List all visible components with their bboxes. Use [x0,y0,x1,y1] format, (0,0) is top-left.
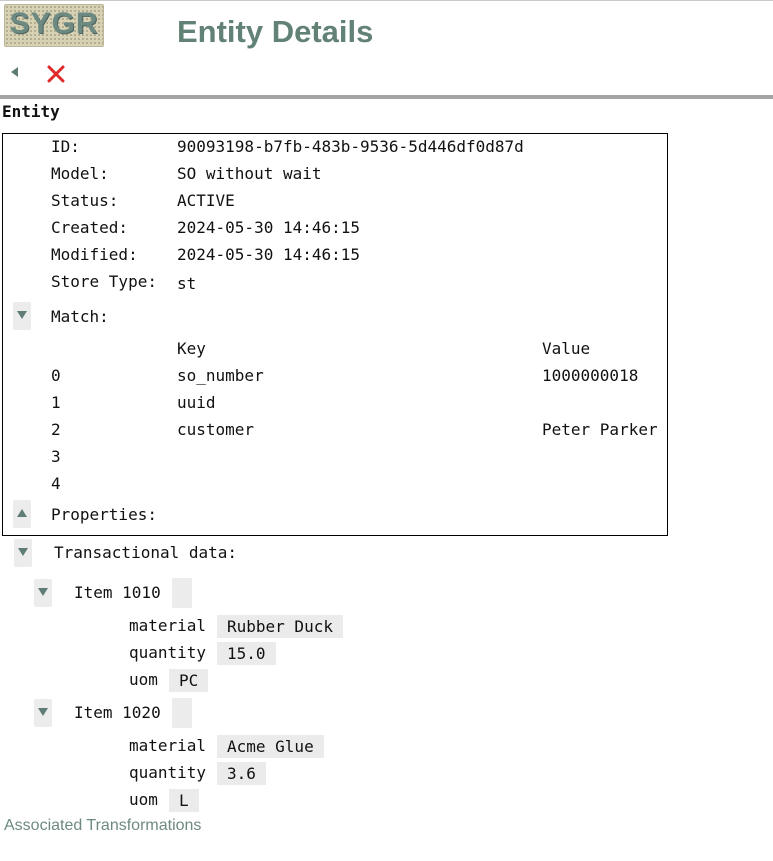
item-field-label: uom [129,790,158,809]
field-label-status: Status: [51,191,119,210]
item-title: Item 1020 [74,703,161,722]
field-label-modified: Modified: [51,245,138,264]
entity-panel: ID: 90093198-b7fb-483b-9536-5d446df0d87d… [2,133,668,536]
item-field-value: L [169,789,199,812]
field-value-store-type: st [177,274,197,293]
field-value-model: SO without wait [177,164,322,183]
item-field-label: material [129,616,207,635]
match-row-index: 3 [51,447,61,466]
match-row-index: 4 [51,474,61,493]
item-title: Item 1010 [74,583,161,602]
match-header-key: Key [177,339,206,358]
field-value-id: 90093198-b7fb-483b-9536-5d446df0d87d [177,137,524,156]
match-row-key: so_number [177,366,264,385]
section-label: Entity [2,102,60,121]
header-divider [0,95,773,99]
field-value-created: 2024-05-30 14:46:15 [177,218,361,237]
chevron-down-icon [18,548,28,556]
match-row-value: Peter Parker [542,420,658,439]
properties-toggle-button[interactable] [13,500,31,528]
item-field-label: material [129,736,207,755]
match-row-index: 0 [51,366,61,385]
match-row-key: customer [177,420,255,439]
item-field-value: Rubber Duck [217,615,343,638]
field-label-created: Created: [51,218,129,237]
page-title: Entity Details [177,14,374,49]
item-action-button[interactable] [172,578,192,608]
transactional-label: Transactional data: [54,543,238,562]
match-toggle-button[interactable] [13,302,31,330]
item-field-label: uom [129,670,158,689]
item-toggle-button[interactable] [34,699,52,727]
chevron-down-icon [38,708,48,716]
close-icon[interactable] [44,62,68,86]
field-value-modified: 2024-05-30 14:46:15 [177,245,361,264]
match-row-key: uuid [177,393,216,412]
match-row-value: 1000000018 [542,366,639,385]
item-field-value: 3.6 [217,762,266,785]
match-label: Match: [51,307,109,326]
field-label-id: ID: [51,137,80,156]
chevron-up-icon [17,509,27,517]
field-value-status: ACTIVE [177,191,235,210]
item-toggle-button[interactable] [34,579,52,607]
item-field-value: Acme Glue [217,735,324,758]
item-action-button[interactable] [172,698,192,728]
item-field-value: PC [169,669,209,692]
app-logo[interactable]: SYGR [4,4,104,47]
top-border [0,0,773,1]
associated-transformations-link[interactable]: Associated Transformations [4,817,201,835]
match-row-index: 1 [51,393,61,412]
match-row-index: 2 [51,420,61,439]
match-header-value: Value [542,339,591,358]
back-arrow-icon[interactable] [9,66,21,78]
item-field-label: quantity [129,763,207,782]
properties-label: Properties: [51,505,157,524]
field-label-store-type: Store Type: [51,272,157,291]
chevron-down-icon [38,588,48,596]
chevron-down-icon [17,311,27,319]
transactional-toggle-button[interactable] [14,539,32,567]
logo-text: SYGR [9,7,99,40]
item-field-value: 15.0 [217,642,276,665]
field-label-model: Model: [51,164,109,183]
item-field-label: quantity [129,643,207,662]
